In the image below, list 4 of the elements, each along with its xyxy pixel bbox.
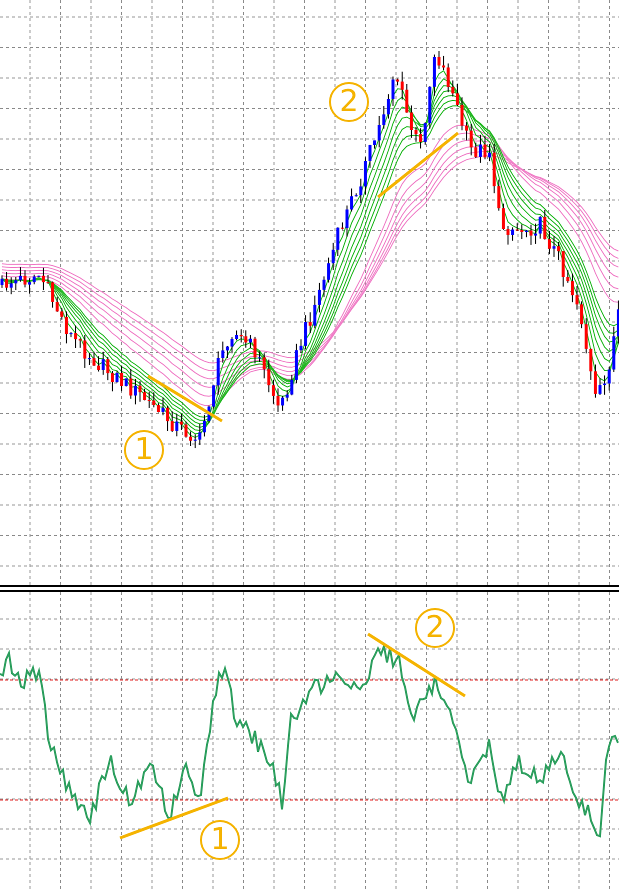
circled-number: 2 [329, 82, 369, 122]
circled-number: 2 [415, 608, 455, 648]
circled-number: 1 [200, 820, 240, 860]
circled-number: 1 [124, 430, 164, 470]
